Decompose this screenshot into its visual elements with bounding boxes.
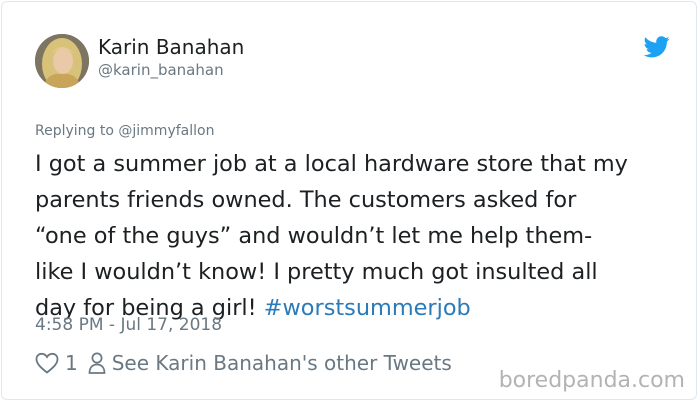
replying-to: Replying to @jimmyfallon [35, 123, 214, 139]
like-count[interactable]: 1 [65, 351, 78, 375]
tweet-timestamp[interactable]: 4:58 PM - Jul 17, 2018 [35, 315, 222, 335]
tweet-text: I got a summer job at a local hardware s… [35, 146, 675, 326]
tweet-text-line: I got a summer job at a local hardware s… [35, 151, 628, 177]
tweet-text-line: parents friends owned. The customers ask… [35, 187, 577, 213]
tweet-text-line: “one of the guys” and wouldn’t let me he… [35, 223, 593, 249]
tweet-actions: 1 See Karin Banahan's other Tweets [35, 349, 452, 377]
twitter-bird-icon[interactable] [644, 36, 670, 58]
avatar[interactable] [35, 34, 89, 88]
watermark: boredpanda.com [498, 368, 685, 393]
replying-mention-link[interactable]: @jimmyfallon [118, 123, 214, 139]
author-name[interactable]: Karin Banahan [98, 35, 244, 59]
tweet-card: Karin Banahan @karin_banahan Replying to… [1, 1, 697, 400]
person-icon[interactable] [88, 352, 106, 374]
author-handle[interactable]: @karin_banahan [98, 61, 224, 79]
hashtag-link[interactable]: #worstsummerjob [264, 295, 471, 321]
tweet-text-line: like I wouldn’t know! I pretty much got … [35, 259, 598, 285]
heart-icon[interactable] [35, 352, 59, 374]
replying-prefix: Replying to [35, 123, 119, 139]
other-tweets-link[interactable]: See Karin Banahan's other Tweets [112, 351, 452, 375]
